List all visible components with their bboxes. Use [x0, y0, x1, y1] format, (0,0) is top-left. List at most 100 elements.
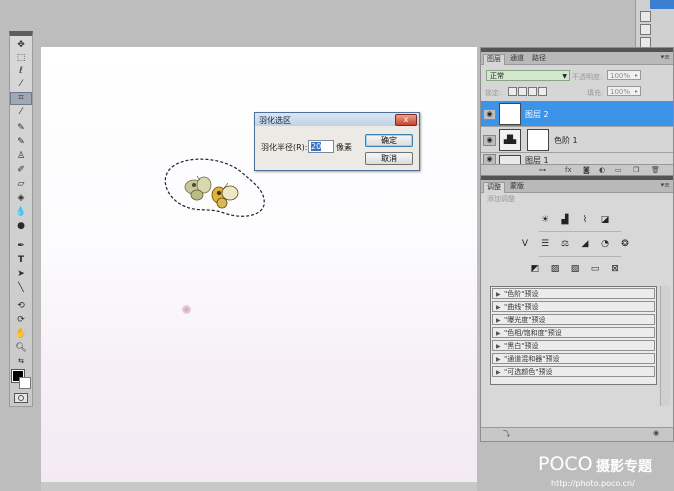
hand-icon[interactable]: ✋ — [11, 329, 31, 340]
move-icon[interactable]: ✥ — [11, 40, 31, 51]
trash-icon[interactable]: 🗑︎ — [651, 166, 660, 174]
line-icon[interactable]: ╲ — [11, 283, 31, 294]
hue-saturation-icon[interactable]: ☰ — [539, 239, 551, 250]
photo-filter-icon[interactable]: ◔ — [599, 239, 611, 250]
chevron-down-icon: ▼ — [562, 73, 567, 80]
panel-menu-icon[interactable]: ▾≡ — [661, 181, 670, 189]
channel-mixer-icon[interactable]: ❂ — [619, 239, 631, 250]
blend-mode-select[interactable]: 正常 ▼ — [486, 70, 570, 81]
tools-panel: ✥ ⬚ ℓ ⁄ ⌗ ⁄ ✎ ✎ ♙ ✐ ▱ ◈ 💧 ● ✒ T ➤ ╲ ⟲ ⟳ … — [9, 31, 33, 407]
eye-icon[interactable]: ◉ — [483, 135, 496, 146]
quick-mask-icon[interactable] — [14, 393, 28, 403]
adjustments-panel-footer: ⤵ ◉ — [481, 427, 673, 441]
posterize-icon[interactable]: ▨ — [549, 264, 561, 275]
dodge-icon[interactable]: ● — [11, 221, 31, 232]
magic-wand-icon[interactable]: ⁄ — [11, 79, 31, 90]
healing-icon[interactable]: ✎ — [11, 123, 31, 134]
panel-menu-icon[interactable]: ▾≡ — [661, 53, 670, 61]
selective-color-icon[interactable]: ⊠ — [609, 264, 621, 275]
levels-icon[interactable]: ▟ — [559, 215, 571, 226]
lock-label: 锁定: — [485, 89, 502, 97]
watermark-url: http://photo.poco.cn/ — [551, 479, 635, 488]
pink-spot — [182, 305, 191, 314]
divider — [539, 256, 621, 257]
list-item[interactable]: ▶ "通道混和器"预设 — [492, 353, 655, 364]
invert-icon[interactable]: ◩ — [529, 264, 541, 275]
link-icon[interactable]: ⊶ — [539, 166, 546, 174]
lock-position-icon[interactable] — [528, 87, 537, 96]
scrollbar[interactable] — [660, 286, 670, 406]
curves-icon[interactable]: ⌇ — [579, 215, 591, 226]
chevron-right-icon: ▸ — [634, 88, 638, 95]
bucket-icon[interactable]: ◈ — [11, 193, 31, 204]
tab-layers[interactable]: 图层 — [483, 54, 505, 65]
list-item[interactable]: ▶ "可选颜色"预设 — [492, 366, 655, 377]
preset-label: "黑白"预设 — [504, 342, 539, 350]
crop-icon[interactable]: ⌗ — [10, 92, 32, 105]
history-brush-icon[interactable]: ✐ — [11, 165, 31, 176]
tab-masks[interactable]: 蒙版 — [507, 182, 527, 192]
color-balance-icon[interactable]: ⚖ — [559, 239, 571, 250]
mask-icon[interactable]: ◙ — [583, 166, 590, 174]
layer-row[interactable]: ◉ ▟▙ 色阶 1 — [481, 127, 673, 153]
panel-toggle-icon[interactable] — [640, 11, 651, 22]
workspace-switcher — [635, 0, 674, 50]
zoom-icon[interactable]: 🔍︎ — [11, 343, 31, 354]
eyedropper-icon[interactable]: ⁄ — [11, 107, 31, 118]
preset-label: "色阶"预设 — [504, 290, 539, 298]
tab-paths[interactable]: 路径 — [529, 54, 549, 64]
list-item[interactable]: ▶ "色阶"预设 — [492, 288, 655, 299]
dialog-titlebar[interactable]: 羽化选区 x — [255, 113, 419, 126]
lock-transparent-icon[interactable] — [508, 87, 517, 96]
triangle-right-icon: ▶ — [496, 304, 501, 311]
marquee-icon[interactable]: ⬚ — [11, 53, 31, 64]
lock-pixels-icon[interactable] — [518, 87, 527, 96]
clip-to-layer-icon[interactable]: ⤵ — [503, 429, 510, 439]
close-icon[interactable]: x — [395, 114, 417, 126]
list-item[interactable]: ▶ "曝光度"预设 — [492, 314, 655, 325]
list-item[interactable]: ▶ "色相/饱和度"预设 — [492, 327, 655, 338]
threshold-icon[interactable]: ▧ — [569, 264, 581, 275]
ok-button[interactable]: 确定 — [365, 134, 413, 147]
active-panel-icon[interactable] — [650, 0, 674, 9]
cancel-button[interactable]: 取消 — [365, 152, 413, 165]
new-layer-icon[interactable]: ❐ — [633, 166, 639, 174]
black-white-icon[interactable]: ◢ — [579, 239, 591, 250]
background-color-swatch[interactable] — [19, 377, 31, 389]
brush-icon[interactable]: ✎ — [11, 137, 31, 148]
chevron-right-icon: ▸ — [634, 72, 638, 79]
levels-adjustment-icon: ▟▙ — [499, 129, 521, 151]
vibrance-icon[interactable]: V — [519, 239, 531, 250]
fill-field[interactable]: 100% ▸ — [607, 86, 641, 96]
tab-adjustments[interactable]: 调整 — [483, 182, 505, 193]
preset-label: "曝光度"预设 — [504, 316, 546, 324]
lock-all-icon[interactable] — [538, 87, 547, 96]
layer-row[interactable]: ◉ 图层 2 — [481, 101, 673, 127]
exposure-icon[interactable]: ◪ — [599, 215, 611, 226]
brightness-icon[interactable]: ☀ — [539, 215, 551, 226]
opacity-field[interactable]: 100% ▸ — [607, 70, 641, 80]
tab-channels[interactable]: 通道 — [507, 54, 527, 64]
feather-radius-input[interactable]: 20 — [308, 140, 334, 153]
folder-icon[interactable]: ▭ — [615, 166, 622, 174]
3d-orbit-icon[interactable]: ⟳ — [11, 315, 31, 326]
stamp-icon[interactable]: ♙ — [11, 151, 31, 162]
path-select-icon[interactable]: ➤ — [11, 269, 31, 280]
visibility-icon[interactable]: ◉ — [653, 429, 659, 437]
list-item[interactable]: ▶ "黑白"预设 — [492, 340, 655, 351]
preset-label: "色相/饱和度"预设 — [504, 329, 562, 337]
gradient-map-icon[interactable]: ▭ — [589, 264, 601, 275]
swap-colors-icon[interactable]: ⇆ — [11, 356, 31, 367]
lasso-icon[interactable]: ℓ — [11, 66, 31, 77]
watermark: POCO 摄影专题 http://photo.poco.cn/ — [538, 453, 674, 491]
fx-icon[interactable]: fx — [565, 166, 572, 174]
list-item[interactable]: ▶ "曲线"预设 — [492, 301, 655, 312]
panel-toggle-icon[interactable] — [640, 24, 651, 35]
type-icon[interactable]: T — [11, 255, 31, 266]
3d-rotate-icon[interactable]: ⟲ — [11, 301, 31, 312]
blur-icon[interactable]: 💧 — [11, 207, 31, 218]
pen-icon[interactable]: ✒ — [11, 241, 31, 252]
eye-icon[interactable]: ◉ — [483, 109, 496, 120]
eraser-icon[interactable]: ▱ — [11, 179, 31, 190]
adjustment-icon[interactable]: ◐ — [599, 166, 605, 174]
